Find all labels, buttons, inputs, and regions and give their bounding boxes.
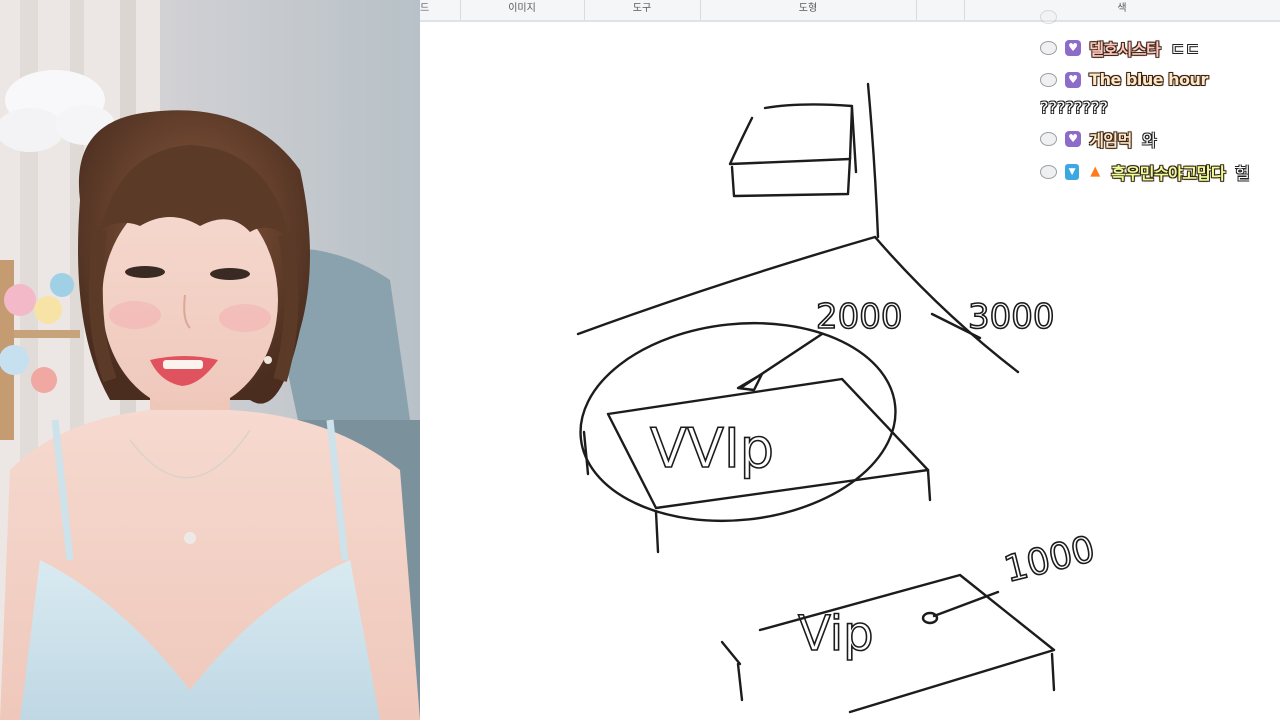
chat-nickname[interactable]: 게임먹 — [1089, 127, 1132, 151]
chat-message: ▼ ▲ 흑우민수야고맙다 헐 — [1040, 160, 1250, 186]
chat-message — [1040, 6, 1075, 32]
user-level-icon — [1040, 165, 1057, 179]
fan-badge-icon: ▼ — [1065, 164, 1080, 180]
label-price-2000: 2000 — [816, 297, 903, 337]
sketch-vip-edge-left — [720, 640, 742, 666]
chat-overlay: ♥ 델호시스타 ㄷㄷ ♥ The blue hour ???????? ♥ 게임… — [1040, 2, 1280, 192]
chat-nickname[interactable]: 흑우민수야고맙다 — [1111, 160, 1225, 184]
sketch-wall-line — [866, 82, 880, 239]
sketch-top-box-side — [850, 106, 858, 174]
chat-text: 와 — [1141, 131, 1157, 150]
sketch-vvip-leg-front — [654, 510, 660, 554]
sketch-arrow-vip-end — [921, 611, 939, 625]
label-vvip: VVIp — [650, 417, 774, 480]
chat-text: ㄷㄷ — [1170, 40, 1200, 59]
user-level-icon — [1040, 72, 1057, 87]
sketch-vvip-leg-right — [926, 468, 932, 502]
user-level-icon — [1040, 41, 1057, 55]
sketch-arrow-vip — [932, 590, 1000, 618]
toolbar-group-shapes[interactable]: 도형 — [700, 0, 917, 20]
chat-nickname[interactable]: The blue hour — [1089, 70, 1208, 89]
chat-message: ♥ 게임먹 와 — [1040, 127, 1157, 153]
chat-nickname[interactable]: 델호시스타 — [1089, 36, 1161, 60]
subscriber-heart-icon: ♥ — [1065, 71, 1082, 88]
fire-icon: ▲ — [1090, 164, 1101, 179]
chat-message: ♥ The blue hour — [1040, 69, 1208, 95]
stream-frame: 드 이미지 도구 도형 색 VVIp Vip 2000 3000 1000 ♥ … — [0, 0, 1280, 720]
user-level-icon — [1040, 132, 1057, 146]
chat-text: 헐 — [1235, 164, 1250, 183]
toolbar-group-size[interactable] — [916, 0, 965, 20]
toolbar-group-draw[interactable]: 드 — [420, 0, 461, 20]
subscriber-heart-icon: ♥ — [1065, 40, 1082, 56]
label-price-1000: 1000 — [1000, 529, 1099, 591]
sketch-arrow-vvip-head — [736, 372, 764, 392]
sketch-top-box-lid — [728, 103, 854, 166]
toolbar-group-image[interactable]: 이미지 — [460, 0, 585, 20]
sketch-vip-leg-right — [1050, 652, 1056, 692]
toolbar-group-tools[interactable]: 도구 — [584, 0, 701, 20]
user-level-icon — [1040, 9, 1057, 24]
chat-message: ♥ 델호시스타 ㄷㄷ — [1040, 36, 1200, 62]
webcam-image — [0, 0, 420, 720]
sketch-vip-leg-left — [736, 662, 744, 702]
label-vip: Vip — [798, 606, 874, 662]
label-price-3000: 3000 — [968, 297, 1055, 337]
subscriber-heart-icon: ♥ — [1065, 131, 1082, 147]
webcam-feed — [0, 0, 420, 720]
chat-text: ???????? — [1040, 98, 1108, 117]
